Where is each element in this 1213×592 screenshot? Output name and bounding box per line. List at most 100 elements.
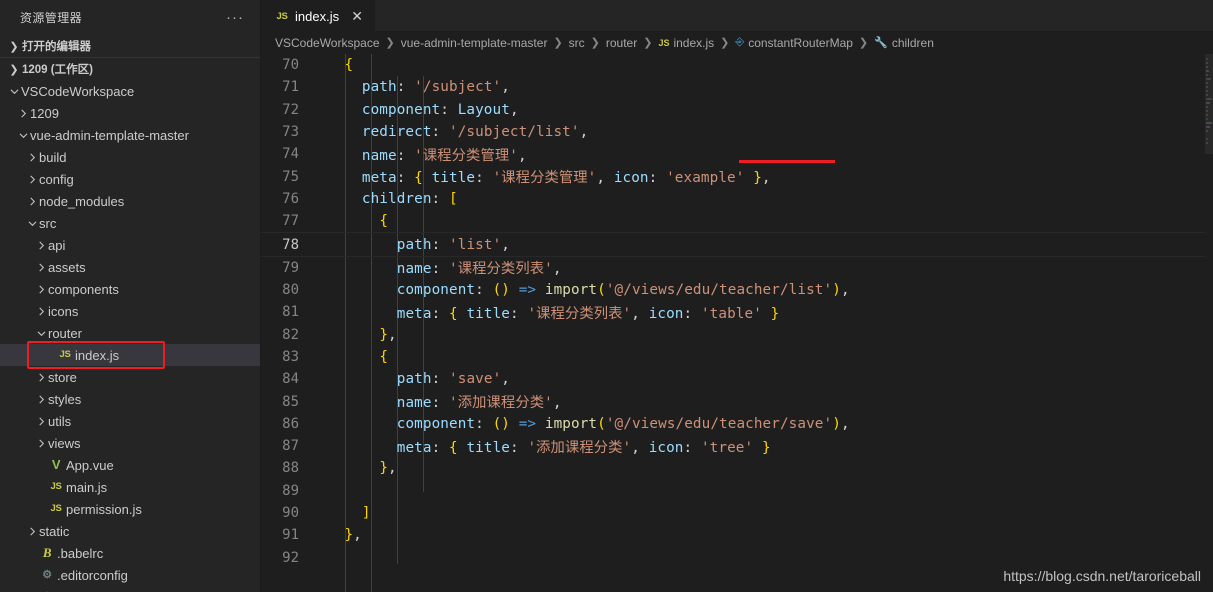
code-line[interactable]: 84 path: 'save',	[261, 368, 1213, 390]
breadcrumb: VSCodeWorkspace ❯ vue-admin-template-maste…	[261, 31, 1213, 54]
tree-item[interactable]: assets	[0, 256, 260, 278]
tree-item[interactable]: static	[0, 520, 260, 542]
code-line[interactable]: 92	[261, 547, 1213, 569]
tree-item[interactable]: B .babelrc	[0, 542, 260, 564]
tree-item-label: VSCodeWorkspace	[21, 83, 135, 99]
chevron-right-icon[interactable]	[26, 168, 38, 190]
chevron-down-icon[interactable]	[26, 212, 38, 234]
tab-label: index.js	[295, 8, 340, 24]
breadcrumb-item[interactable]: src	[569, 36, 585, 50]
chevron-down-icon[interactable]	[17, 124, 29, 146]
tree-item[interactable]: VSCodeWorkspace	[0, 80, 260, 102]
code-lines: 70 {71 path: '/subject', 72 component: La…	[261, 54, 1213, 569]
chevron-down-icon: ❯	[9, 63, 19, 76]
minimap-slider[interactable]	[1205, 54, 1213, 154]
breadcrumb-label: children	[891, 35, 934, 50]
breadcrumb-label: src	[568, 35, 585, 50]
code-line[interactable]: 88 },	[261, 457, 1213, 479]
chevron-down-icon[interactable]	[35, 322, 47, 344]
chevron-right-icon[interactable]	[35, 366, 47, 388]
more-actions-icon[interactable]: ···	[226, 10, 248, 25]
tree-item-label: api	[48, 237, 66, 253]
tree-item[interactable]: build	[0, 146, 260, 168]
code-line[interactable]: 77 {	[261, 210, 1213, 232]
breadcrumb-item[interactable]: JS index.js	[658, 36, 714, 50]
code-line[interactable]: 91 },	[261, 524, 1213, 546]
chevron-right-icon[interactable]	[35, 410, 47, 432]
tree-item[interactable]: 1209	[0, 102, 260, 124]
tree-item[interactable]: components	[0, 278, 260, 300]
code-line[interactable]: 85 name: '添加课程分类',	[261, 390, 1213, 412]
tree-item[interactable]: ⚙.eslintignore	[0, 586, 260, 592]
chevron-right-icon[interactable]	[35, 278, 47, 300]
tree-item[interactable]: utils	[0, 410, 260, 432]
tree-item[interactable]: JS main.js	[0, 476, 260, 498]
vscode-window: 资源管理器 ··· ❯ 打开的编辑器 ❯ 1209 (工作区) VSCodeWo…	[0, 0, 1213, 592]
chevron-right-icon[interactable]	[35, 300, 47, 322]
code-line[interactable]: 72 component: Layout,	[261, 99, 1213, 121]
tab-index-js[interactable]: JS index.js ✕	[261, 0, 377, 31]
tree-item-label: 1209	[30, 105, 59, 121]
tree-item[interactable]: icons	[0, 300, 260, 322]
line-content: ]	[361, 505, 371, 522]
symbol-object-icon: ⎆	[735, 36, 745, 48]
chevron-right-icon[interactable]	[26, 146, 38, 168]
breadcrumb-item[interactable]: vue-admin-template-master	[401, 36, 548, 50]
js-icon: JS	[50, 481, 62, 492]
tree-item[interactable]: src	[0, 212, 260, 234]
code-line[interactable]: 89	[261, 480, 1213, 502]
code-line[interactable]: 86 component: () => import('@/views/edu/…	[261, 413, 1213, 435]
code-line[interactable]: 83 {	[261, 346, 1213, 368]
chevron-right-icon[interactable]	[35, 256, 47, 278]
code-line[interactable]: 70 {	[261, 54, 1213, 76]
line-content: },	[379, 460, 397, 477]
chevron-right-icon[interactable]	[35, 234, 47, 256]
tree-item[interactable]: V App.vue	[0, 454, 260, 476]
tree-item[interactable]: api	[0, 234, 260, 256]
code-line[interactable]: 78 path: 'list',	[261, 232, 1213, 257]
chevron-right-icon[interactable]	[17, 102, 29, 124]
tree-item[interactable]: store	[0, 366, 260, 388]
code-line[interactable]: 79 name: '课程分类列表',	[261, 257, 1213, 279]
tree-item-label: static	[39, 523, 70, 539]
code-editor[interactable]: 70 {71 path: '/subject', 72 component: La…	[261, 54, 1213, 592]
tree-item[interactable]: ⚙ .editorconfig	[0, 564, 260, 586]
breadcrumb-item[interactable]: VSCodeWorkspace	[275, 36, 380, 50]
code-line[interactable]: 80 component: () => import('@/views/edu/…	[261, 279, 1213, 301]
breadcrumb-item[interactable]: router	[606, 36, 637, 50]
tree-item[interactable]: config	[0, 168, 260, 190]
code-line[interactable]: 73 redirect: '/subject/list',	[261, 121, 1213, 143]
chevron-right-icon[interactable]	[35, 432, 47, 454]
code-line[interactable]: 75 meta: { title: '课程分类管理', icon: 'examp…	[261, 165, 1213, 187]
minimap[interactable]	[1205, 54, 1213, 592]
tree-item[interactable]: vue-admin-template-master	[0, 124, 260, 146]
tree-item-selected[interactable]: JS index.js	[0, 344, 260, 366]
breadcrumb-item[interactable]: 🔧 children	[874, 36, 934, 50]
tree-item[interactable]: styles	[0, 388, 260, 410]
code-line[interactable]: 71 path: '/subject',	[261, 76, 1213, 98]
tree-item-label: assets	[48, 259, 86, 275]
chevron-right-icon[interactable]	[35, 388, 47, 410]
line-number: 73	[282, 124, 299, 141]
code-line[interactable]: 76 children: [	[261, 188, 1213, 210]
workspace-section[interactable]: ❯ 1209 (工作区)	[0, 57, 260, 80]
code-line[interactable]: 81 meta: { title: '课程分类列表', icon: 'table…	[261, 301, 1213, 323]
chevron-down-icon[interactable]	[8, 80, 20, 102]
close-icon[interactable]: ✕	[349, 9, 365, 23]
code-line[interactable]: 90 ]	[261, 502, 1213, 524]
chevron-right-icon[interactable]	[26, 190, 38, 212]
tree-item[interactable]: views	[0, 432, 260, 454]
code-line[interactable]: 74 name: '课程分类管理',	[261, 143, 1213, 165]
line-content: redirect: '/subject/list',	[361, 124, 589, 141]
code-line[interactable]: 82 },	[261, 324, 1213, 346]
code-line[interactable]: 87 meta: { title: '添加课程分类', icon: 'tree'…	[261, 435, 1213, 457]
tree-item[interactable]: node_modules	[0, 190, 260, 212]
chevron-right-icon[interactable]	[26, 520, 38, 542]
breadcrumb-item[interactable]: ⎆ constantRouterMap	[735, 36, 853, 50]
tree-item[interactable]: router	[0, 322, 260, 344]
tree-item-label: components	[48, 281, 119, 297]
open-editors-section[interactable]: ❯ 打开的编辑器	[0, 35, 260, 57]
tree-item[interactable]: JS permission.js	[0, 498, 260, 520]
